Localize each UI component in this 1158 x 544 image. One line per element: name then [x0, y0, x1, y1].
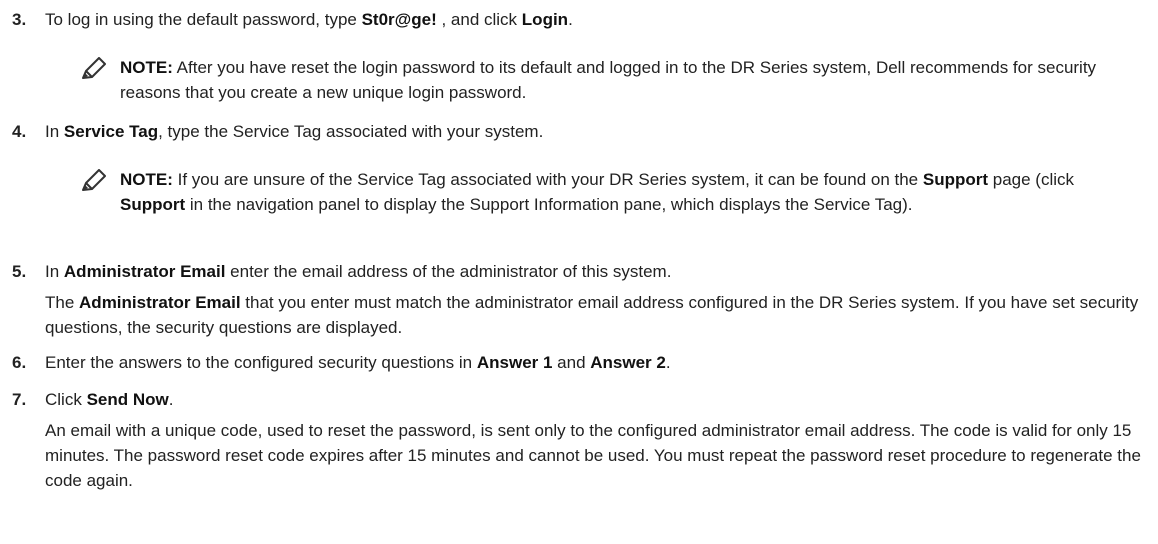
- step-number: 3.: [12, 10, 27, 29]
- step-3: 3. To log in using the default password,…: [12, 7, 1142, 32]
- answer-2-term: Answer 2: [590, 353, 666, 372]
- service-tag-term: Service Tag: [63, 122, 159, 141]
- step-5: 5. In Administrator Email enter the emai…: [12, 259, 1142, 284]
- step-number: 7.: [12, 390, 27, 409]
- default-password: St0r@ge!: [361, 10, 437, 29]
- step-text: Enter the answers to the configured secu…: [45, 353, 671, 372]
- pencil-icon: [80, 57, 106, 79]
- step-text: Click Send Now.: [45, 390, 174, 409]
- answer-1-term: Answer 1: [476, 353, 553, 372]
- send-now-term: Send Now: [86, 390, 169, 409]
- step-7-detail: An email with a unique code, used to res…: [45, 421, 1141, 490]
- step-5-detail: The Administrator Email that you enter m…: [45, 293, 1139, 337]
- note-text: NOTE: After you have reset the login pas…: [120, 58, 1097, 102]
- step-4: 4. In Service Tag, type the Service Tag …: [12, 119, 1142, 144]
- document-page: 3. To log in using the default password,…: [0, 0, 1158, 544]
- step-text: In Service Tag, type the Service Tag ass…: [45, 122, 544, 141]
- support-term: Support: [922, 170, 989, 189]
- login-term: Login: [521, 10, 569, 29]
- admin-email-term: Administrator Email: [63, 262, 226, 281]
- note-2: NOTE: If you are unsure of the Service T…: [80, 167, 1140, 217]
- step-number: 5.: [12, 262, 27, 281]
- note-label: NOTE:: [120, 58, 173, 77]
- step-text: To log in using the default password, ty…: [45, 10, 573, 29]
- step-number: 4.: [12, 122, 27, 141]
- step-7: 7. Click Send Now.: [12, 387, 1142, 412]
- step-6: 6. Enter the answers to the configured s…: [12, 350, 1142, 375]
- note-text: NOTE: If you are unsure of the Service T…: [120, 170, 1074, 214]
- pencil-icon: [80, 169, 106, 191]
- admin-email-term: Administrator Email: [79, 293, 241, 312]
- note-label: NOTE:: [120, 170, 173, 189]
- step-number: 6.: [12, 353, 27, 372]
- step-text: In Administrator Email enter the email a…: [45, 262, 672, 281]
- note-1: NOTE: After you have reset the login pas…: [80, 55, 1140, 105]
- support-term: Support: [120, 195, 186, 214]
